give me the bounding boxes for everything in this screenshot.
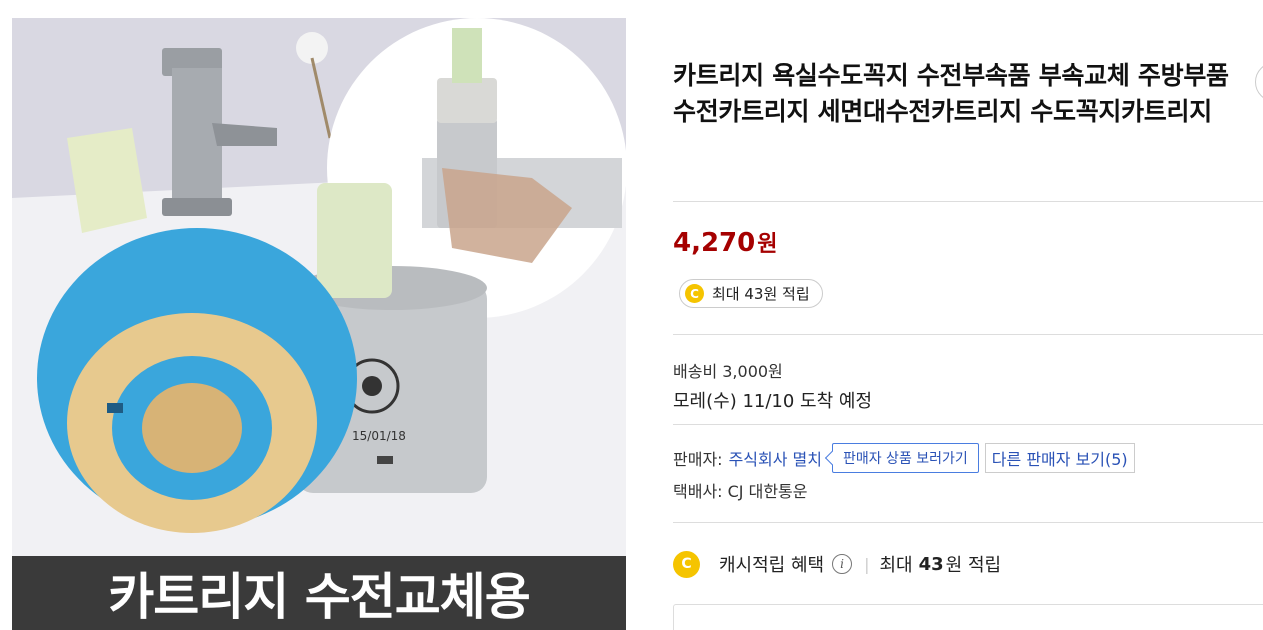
courier: 택배사: CJ 대한통운: [673, 482, 808, 501]
cash-max-suffix: 원 적립: [945, 555, 1002, 576]
product-photo-illustration: 15/01/18: [12, 18, 626, 556]
cash-coin-icon: C: [673, 550, 700, 578]
cash-benefit-label: 캐시적립 혜택: [719, 555, 825, 576]
view-seller-products-button[interactable]: 판매자 상품 보러가기: [831, 443, 979, 473]
cash-benefit-row: C 캐시적립 혜택 i | 최대 43 원 적립: [673, 548, 1001, 580]
coin-icon: C: [685, 284, 704, 303]
image-banner-text: 카트리지 수전교체용: [108, 568, 530, 626]
cash-max-prefix: 최대: [879, 555, 913, 576]
divider: [673, 424, 1263, 425]
share-button[interactable]: [1255, 62, 1263, 102]
reward-chip-text: 최대 43원 적립: [712, 285, 810, 303]
price-unit: 원: [757, 232, 778, 257]
other-sellers-button[interactable]: 다른 판매자 보기(5): [984, 443, 1135, 473]
seller-name-link[interactable]: 주식회사 멸치: [729, 446, 822, 470]
product-image[interactable]: 15/01/18 카트리지 수전교체용: [12, 18, 626, 630]
divider: [673, 334, 1263, 335]
seller-label: 판매자:: [673, 450, 723, 469]
product-title: 카트리지 욕실수도꼭지 수전부속품 부속교체 주방부품 수전카트리지 세면대수전…: [673, 61, 1229, 126]
divider: [673, 522, 1263, 523]
price-amount: 4,270: [673, 228, 756, 258]
image-banner: 카트리지 수전교체용: [12, 556, 626, 630]
option-box[interactable]: [673, 604, 1263, 630]
separator: |: [864, 554, 870, 574]
product-price: 4,270원: [673, 226, 778, 258]
seller-row: 판매자: 주식회사 멸치 판매자 상품 보러가기 다른 판매자 보기(5): [673, 442, 1135, 474]
svg-text:15/01/18: 15/01/18: [352, 429, 406, 443]
arrival-date: 모레(수) 11/10 도착 예정: [673, 391, 873, 412]
product-info-panel: 카트리지 욕실수도꼭지 수전부속품 부속교체 주방부품 수전카트리지 세면대수전…: [673, 0, 1263, 630]
info-icon[interactable]: i: [832, 554, 853, 574]
reward-chip[interactable]: C 최대 43원 적립: [679, 279, 823, 308]
divider: [673, 201, 1263, 202]
shipping-fee: 배송비 3,000원: [673, 362, 783, 381]
cash-max-amount: 43: [918, 553, 944, 575]
